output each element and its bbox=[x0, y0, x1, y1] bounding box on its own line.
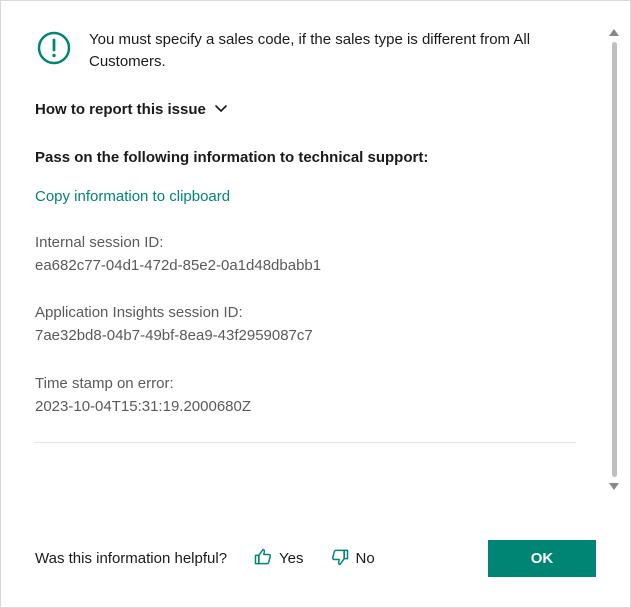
internal-session-value: ea682c77-04d1-472d-85e2-0a1d48dbabb1 bbox=[35, 254, 576, 277]
thumbs-down-icon bbox=[330, 547, 350, 571]
helpful-question: Was this information helpful? bbox=[35, 550, 227, 567]
copy-to-clipboard-link[interactable]: Copy information to clipboard bbox=[35, 188, 230, 205]
ai-session-label: Application Insights session ID: bbox=[35, 301, 576, 324]
error-dialog: You must specify a sales code, if the sa… bbox=[0, 0, 631, 608]
feedback-no-button[interactable]: No bbox=[324, 543, 381, 575]
ai-session-block: Application Insights session ID: 7ae32bd… bbox=[35, 301, 576, 348]
thumbs-up-icon bbox=[253, 547, 273, 571]
dialog-footer: Was this information helpful? Yes No bbox=[1, 518, 630, 607]
scroll-down-icon[interactable] bbox=[609, 483, 619, 490]
how-to-report-toggle[interactable]: How to report this issue bbox=[35, 101, 576, 119]
internal-session-block: Internal session ID: ea682c77-04d1-472d-… bbox=[35, 231, 576, 278]
ai-session-value: 7ae32bd8-04b7-49bf-8ea9-43f2959087c7 bbox=[35, 324, 576, 347]
scroll-up-icon[interactable] bbox=[609, 29, 619, 36]
internal-session-label: Internal session ID: bbox=[35, 231, 576, 254]
dialog-body: You must specify a sales code, if the sa… bbox=[1, 1, 630, 518]
divider bbox=[35, 442, 576, 443]
feedback-yes-label: Yes bbox=[279, 550, 303, 567]
scrollbar[interactable] bbox=[608, 29, 620, 490]
warning-icon bbox=[35, 29, 73, 67]
scroll-thumb[interactable] bbox=[612, 42, 617, 477]
timestamp-block: Time stamp on error: 2023-10-04T15:31:19… bbox=[35, 372, 576, 419]
pass-on-heading: Pass on the following information to tec… bbox=[35, 149, 576, 166]
feedback-no-label: No bbox=[356, 550, 375, 567]
scroll-content: You must specify a sales code, if the sa… bbox=[35, 29, 596, 518]
how-to-report-label: How to report this issue bbox=[35, 101, 206, 118]
feedback-yes-button[interactable]: Yes bbox=[247, 543, 309, 575]
ok-button[interactable]: OK bbox=[488, 540, 596, 577]
timestamp-label: Time stamp on error: bbox=[35, 372, 576, 395]
timestamp-value: 2023-10-04T15:31:19.2000680Z bbox=[35, 395, 576, 418]
error-message: You must specify a sales code, if the sa… bbox=[89, 29, 576, 73]
chevron-down-icon bbox=[214, 101, 228, 119]
message-row: You must specify a sales code, if the sa… bbox=[35, 29, 576, 73]
